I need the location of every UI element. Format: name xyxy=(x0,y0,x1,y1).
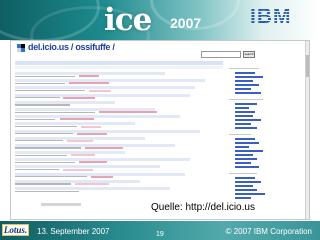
sidebar-section xyxy=(229,131,251,135)
list-item[interactable] xyxy=(15,187,223,194)
list-item[interactable] xyxy=(15,151,223,158)
ice-year: 2007 xyxy=(170,15,202,31)
list-item[interactable] xyxy=(15,122,223,129)
source-caption: Quelle: http://del.icio.us xyxy=(149,202,257,213)
page-number: 19 xyxy=(156,231,164,238)
sidebar-tag-list[interactable] xyxy=(229,138,309,168)
search-input[interactable] xyxy=(201,51,241,58)
list-item[interactable] xyxy=(15,158,223,165)
list-item[interactable] xyxy=(15,143,223,151)
list-item[interactable] xyxy=(15,72,223,79)
conference-banner: ice 2007 IBM xyxy=(0,0,320,40)
delicious-icon xyxy=(17,44,25,52)
copyright: © 2007 IBM Corporation xyxy=(225,227,312,236)
list-item[interactable] xyxy=(15,86,223,93)
list-item[interactable] xyxy=(15,136,223,144)
site-title: del.icio.us / ossifuffe / xyxy=(28,42,115,52)
sidebar-section xyxy=(229,170,257,174)
lotus-logo: Lotus. xyxy=(2,224,29,236)
list-item[interactable] xyxy=(15,179,223,187)
ibm-logo: IBM xyxy=(250,6,302,28)
site-header: del.icio.us / ossifuffe / search xyxy=(11,41,309,61)
list-item[interactable] xyxy=(15,93,223,101)
filter-bar xyxy=(15,61,223,65)
sort-bar xyxy=(15,66,223,69)
scrollbar[interactable] xyxy=(305,41,309,219)
sidebar-tag-list[interactable] xyxy=(229,72,309,94)
list-item[interactable] xyxy=(15,165,223,172)
list-item[interactable] xyxy=(15,107,223,115)
list-item[interactable] xyxy=(15,172,223,180)
scrollbar-thumb[interactable] xyxy=(306,55,309,77)
sidebar-tag-list[interactable] xyxy=(229,103,309,129)
delicious-screenshot: del.icio.us / ossifuffe / search xyxy=(10,40,310,220)
search-button[interactable]: search xyxy=(243,51,255,58)
list-item[interactable] xyxy=(15,115,223,122)
list-item[interactable] xyxy=(15,79,223,86)
list-item[interactable] xyxy=(15,100,223,108)
bookmark-list xyxy=(15,72,223,194)
sidebar-section xyxy=(229,96,263,100)
footer-date: 13. September 2007 xyxy=(37,227,110,236)
list-item[interactable] xyxy=(15,129,223,137)
pagination[interactable] xyxy=(41,203,81,206)
sidebar-section xyxy=(229,65,259,69)
ice-logo: ice xyxy=(104,2,152,38)
tag-sidebar xyxy=(229,63,309,219)
sidebar-tag-list[interactable] xyxy=(229,177,309,199)
